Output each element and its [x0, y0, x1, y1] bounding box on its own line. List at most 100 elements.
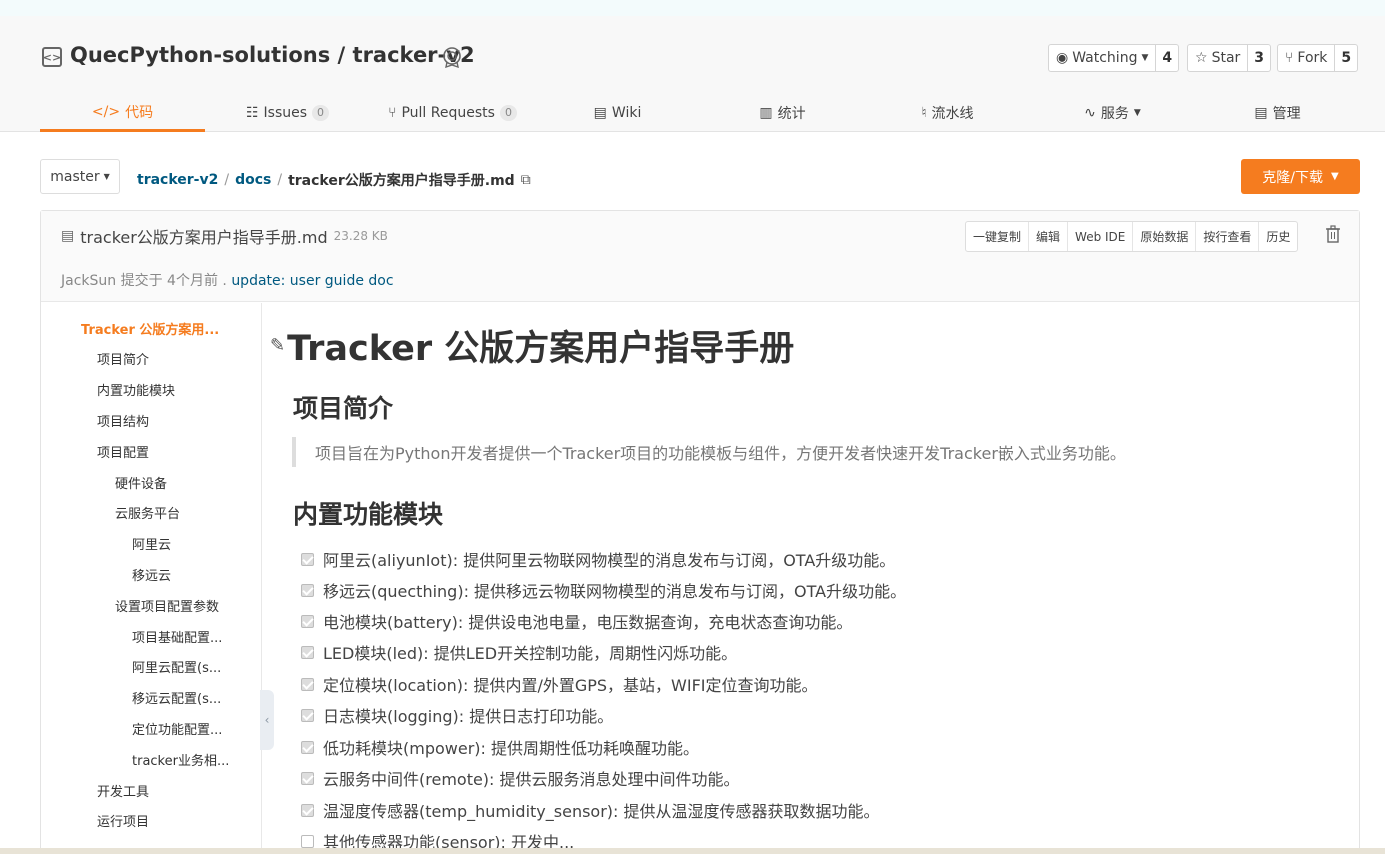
breadcrumb-separator: / [224, 172, 230, 188]
checkbox-checked[interactable] [301, 803, 314, 817]
toc-item[interactable]: 移远云配置(s... [132, 688, 232, 707]
task-item: 温湿度传感器(temp_humidity_sensor): 提供从温湿度传感器获… [301, 798, 880, 822]
clone-download-button[interactable]: 克隆/下载 ▼ [1241, 159, 1360, 194]
toc-item[interactable]: 项目配置 [97, 442, 237, 461]
task-item: 低功耗模块(mpower): 提供周期性低功耗唤醒功能。 [301, 735, 699, 759]
caret-down-icon: ▼ [1133, 108, 1141, 118]
task-text: 阿里云(aliyunIot): 提供阿里云物联网物模型的消息发布与订阅，OTA升… [323, 551, 896, 570]
tab-label: 流水线 [931, 106, 974, 122]
task-item: 定位模块(location): 提供内置/外置GPS，基站，WIFI定位查询功能… [301, 672, 818, 696]
checkbox-checked[interactable] [301, 583, 314, 597]
toc-item[interactable]: 内置功能模块 [97, 380, 237, 399]
toc-item[interactable]: 运行项目 [97, 811, 237, 830]
section-heading-intro: 项目简介 [293, 394, 394, 423]
tab-code[interactable]: </> 代码 [40, 94, 205, 132]
toc-item[interactable]: 开发工具 [97, 781, 237, 800]
copy-icon[interactable]: ⧉ [521, 172, 531, 188]
toc-item[interactable]: 项目基础配置... [132, 627, 232, 646]
checkbox-checked[interactable] [301, 771, 314, 785]
star-count[interactable]: 3 [1247, 45, 1270, 71]
tab-issues[interactable]: ☷ Issues 0 [205, 94, 370, 132]
branch-label: master [50, 168, 100, 185]
pulse-icon: ∿ [1084, 105, 1096, 121]
tab-pull-requests[interactable]: ⑂ Pull Requests 0 [370, 94, 535, 132]
watch-count[interactable]: 4 [1155, 45, 1178, 71]
caret-down-icon: ▼ [103, 172, 110, 181]
doc-title: ✎ Tracker 公版方案用户指导手册 [270, 320, 794, 371]
watch-label: Watching [1072, 50, 1138, 66]
blame-button[interactable]: 按行查看 [1195, 222, 1258, 251]
copy-all-button[interactable]: 一键复制 [966, 222, 1028, 251]
repo-title[interactable]: QuecPython-solutions / tracker-v2 [70, 43, 475, 67]
breadcrumb-repo[interactable]: tracker-v2 [137, 172, 218, 188]
repo-tabs: </> 代码 ☷ Issues 0 ⑂ Pull Requests 0 ▤ Wiki ▥ 统计… [40, 94, 1360, 132]
toc-item[interactable]: 设置项目配置参数 [115, 596, 255, 615]
task-text: 定位模块(location): 提供内置/外置GPS，基站，WIFI定位查询功能… [323, 676, 818, 695]
toc-item[interactable]: 定位功能配置... [132, 719, 232, 738]
task-item: LED模块(led): 提供LED开关控制功能，周期性闪烁功能。 [301, 640, 737, 664]
settings-doc-icon: ▤ [1254, 105, 1268, 121]
file-actions: 一键复制 编辑 Web IDE 原始数据 按行查看 历史 [965, 221, 1299, 252]
toc-item[interactable]: 硬件设备 [115, 473, 245, 492]
clone-label: 克隆/下载 [1262, 169, 1323, 186]
commit-message[interactable]: update: user guide doc [231, 273, 393, 289]
file-viewer: ▤ tracker公版方案用户指导手册.md 23.28 KB 一键复制 编辑 … [40, 210, 1360, 854]
toc-item[interactable]: 移远云 [132, 565, 252, 584]
tab-pipeline[interactable]: ♮ 流水线 [865, 94, 1030, 132]
repo-icon: <> [42, 47, 62, 67]
tab-services[interactable]: ∿ 服务 ▼ [1030, 94, 1195, 132]
breadcrumb-file: tracker公版方案用户指导手册.md [288, 173, 515, 189]
tab-stats[interactable]: ▥ 统计 [700, 94, 865, 132]
toc-item[interactable]: Tracker 公版方案用... [81, 319, 231, 338]
star-label: Star [1211, 50, 1241, 66]
task-text: LED模块(led): 提供LED开关控制功能，周期性闪烁功能。 [323, 644, 738, 663]
task-item: 电池模块(battery): 提供设电池电量，电压数据查询，充电状态查询功能。 [301, 609, 852, 633]
checkbox-checked[interactable] [301, 677, 314, 691]
pin-icon[interactable]: ✎ [270, 335, 285, 356]
file-size: 23.28 KB [333, 229, 388, 243]
tab-wiki[interactable]: ▤ Wiki [535, 94, 700, 132]
pull-request-icon: ⑂ [388, 105, 397, 121]
caret-down-icon: ▼ [1141, 53, 1149, 63]
file-header: ▤ tracker公版方案用户指导手册.md 23.28 KB 一键复制 编辑 … [41, 211, 1359, 302]
code-icon: </> [91, 103, 121, 120]
tab-admin[interactable]: ▤ 管理 [1195, 94, 1360, 132]
issues-count: 0 [312, 105, 330, 121]
checkbox-checked[interactable] [301, 708, 314, 722]
checkbox-checked[interactable] [301, 740, 314, 754]
chart-icon: ▥ [759, 105, 773, 121]
task-text: 移远云(quecthing): 提供移远云物联网物模型的消息发布与订阅，OTA升… [323, 582, 907, 601]
caret-down-icon: ▼ [1331, 171, 1339, 182]
toc-item[interactable]: tracker业务相... [132, 750, 232, 769]
web-ide-button[interactable]: Web IDE [1067, 222, 1132, 251]
tab-label: 代码 [125, 104, 154, 121]
raw-button[interactable]: 原始数据 [1132, 222, 1195, 251]
task-text: 低功耗模块(mpower): 提供周期性低功耗唤醒功能。 [323, 739, 700, 758]
toc-item[interactable]: 项目结构 [97, 411, 237, 430]
toc-item[interactable]: 阿里云 [132, 534, 252, 553]
toc-item[interactable]: 云服务平台 [115, 503, 245, 522]
history-button[interactable]: 历史 [1258, 222, 1297, 251]
toc-item[interactable]: 项目简介 [97, 349, 237, 368]
breadcrumb-dir[interactable]: docs [235, 172, 271, 188]
edit-button[interactable]: 编辑 [1028, 222, 1067, 251]
fork-count[interactable]: 5 [1334, 45, 1357, 71]
checkbox-checked[interactable] [301, 645, 314, 659]
task-item: 日志模块(logging): 提供日志打印功能。 [301, 703, 613, 727]
tab-label: 服务 [1100, 106, 1129, 122]
task-text: 日志模块(logging): 提供日志打印功能。 [323, 707, 614, 726]
toc-item[interactable]: 阿里云配置(s... [132, 657, 232, 676]
task-item: 移远云(quecthing): 提供移远云物联网物模型的消息发布与订阅，OTA升… [301, 578, 906, 602]
watch-button[interactable]: ◉ Watching ▼ 4 [1048, 44, 1180, 72]
fork-button[interactable]: ⑂ Fork 5 [1277, 44, 1359, 72]
checkbox-checked[interactable] [301, 614, 314, 628]
toc-collapse-handle[interactable]: ‹ [260, 690, 274, 750]
breadcrumb-separator: / [277, 172, 283, 188]
star-button[interactable]: ☆ Star 3 [1187, 44, 1272, 72]
issues-icon: ☷ [245, 105, 259, 121]
book-icon: ▤ [593, 105, 607, 121]
trash-icon[interactable] [1325, 225, 1341, 243]
checkbox-checked[interactable] [301, 552, 314, 566]
checkbox-unchecked[interactable] [301, 834, 314, 848]
branch-selector[interactable]: master ▼ [40, 159, 120, 194]
